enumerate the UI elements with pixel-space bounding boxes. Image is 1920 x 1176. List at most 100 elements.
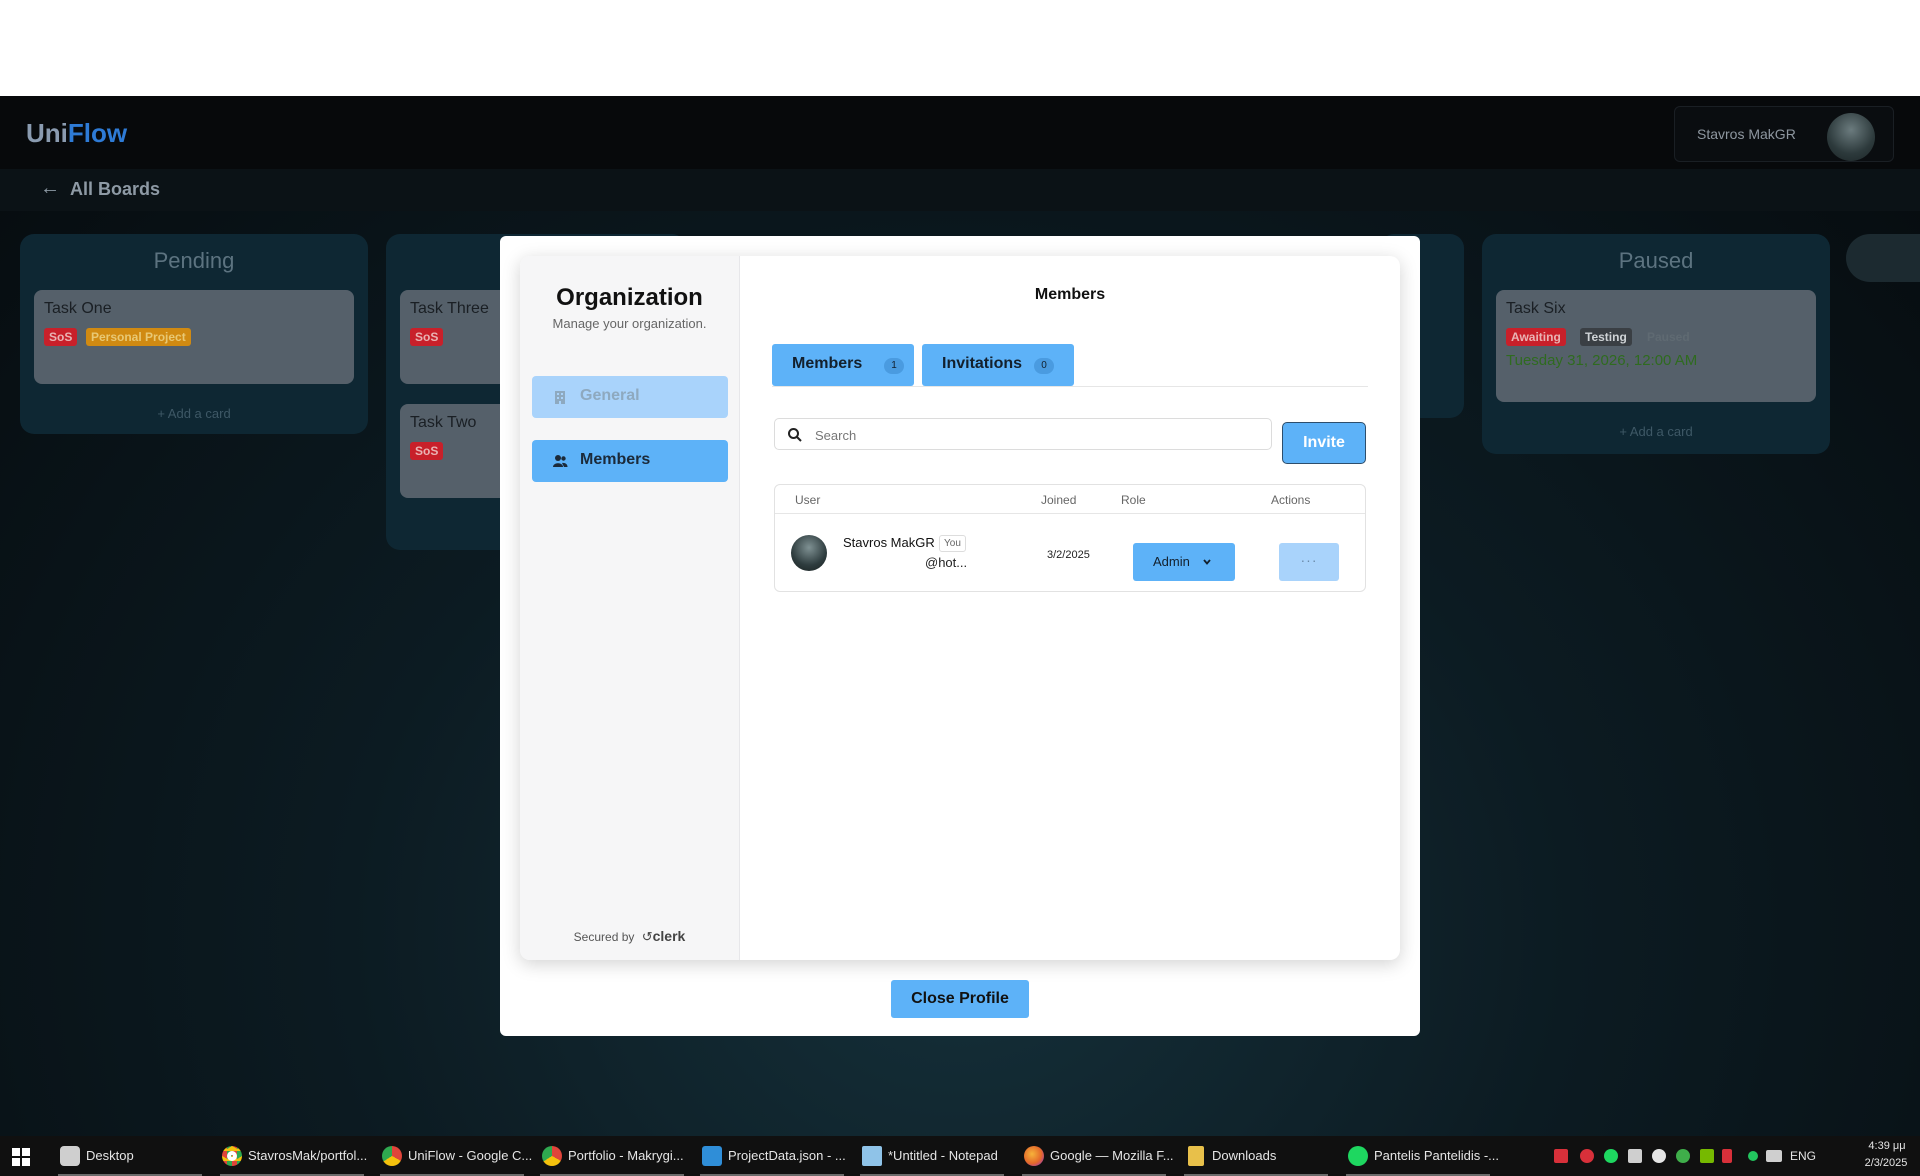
search-icon — [788, 428, 802, 442]
taskbar-item-chrome[interactable]: UniFlow - Google C... — [376, 1136, 532, 1176]
taskbar-item-spotify[interactable]: Pantelis Pantelidis -... — [1342, 1136, 1499, 1176]
spotify-tray-icon[interactable] — [1604, 1149, 1618, 1163]
column-header-joined: Joined — [1041, 493, 1077, 507]
more-actions-button[interactable]: ··· — [1279, 543, 1339, 581]
flash-icon[interactable] — [1554, 1149, 1568, 1163]
avatar — [1827, 113, 1875, 161]
board-column — [1846, 234, 1920, 282]
top-navbar: UniFlow Stavros MakGR — [0, 96, 1920, 169]
users-icon — [553, 455, 568, 467]
tab-divider — [772, 386, 1368, 387]
taskbar-item-label: *Untitled - Notepad — [888, 1148, 998, 1163]
count-badge: 0 — [1034, 358, 1054, 374]
chevron-down-icon — [1203, 559, 1211, 565]
language-indicator[interactable]: ENG — [1790, 1149, 1816, 1163]
member-email: @hot... — [925, 555, 968, 570]
chrome-icon — [542, 1146, 562, 1166]
tab-label: Members — [792, 355, 863, 372]
taskbar-item-label: StavrosMak/portfol... — [248, 1148, 368, 1163]
task-title: Task One — [44, 300, 112, 317]
page-title: Members — [1034, 286, 1106, 303]
speaker-muted-icon[interactable] — [1722, 1149, 1732, 1163]
clock-icon[interactable] — [1652, 1149, 1666, 1163]
chrome-icon — [382, 1146, 402, 1166]
logo-text-flow: Flow — [67, 118, 128, 148]
column-header-role: Role — [1121, 493, 1146, 507]
add-card-button[interactable]: + Add a card — [20, 406, 368, 421]
boards-navbar: ← All Boards — [0, 169, 1920, 211]
tag-sos: SoS — [44, 328, 78, 346]
sidebar-item-label: General — [580, 387, 640, 404]
task-card[interactable]: Task Six Awaiting Testing Paused Tuesday… — [1496, 290, 1816, 402]
column-header-actions: Actions — [1271, 493, 1311, 507]
xbox-icon[interactable] — [1676, 1149, 1690, 1163]
sidebar-item-members[interactable]: Members — [532, 440, 728, 482]
taskbar-item-label: Portfolio - Makrygi... — [568, 1148, 684, 1163]
taskbar-item-label: Desktop — [86, 1148, 134, 1163]
sidebar-item-general[interactable]: General — [532, 376, 728, 418]
add-card-button[interactable]: + Add a card — [1482, 424, 1830, 439]
task-due-date: Tuesday 31, 2026, 12:00 AM — [1506, 352, 1698, 369]
members-panel: Members Members 1 Invitations 0 Invite U… — [740, 256, 1400, 960]
avatar — [791, 535, 827, 571]
taskbar-item-firefox[interactable]: Google — Mozilla F... — [1018, 1136, 1174, 1176]
vscode-icon — [702, 1146, 722, 1166]
taskbar-item-notepad[interactable]: *Untitled - Notepad — [856, 1136, 1008, 1176]
chrome-icon — [222, 1146, 242, 1166]
taskbar-item-label: Downloads — [1212, 1148, 1277, 1163]
status-dot-icon[interactable] — [1748, 1151, 1758, 1161]
tag-sos: SoS — [410, 328, 444, 346]
secured-by-footer: Secured by ↺clerk — [520, 928, 739, 945]
secured-by-text: Secured by — [573, 930, 635, 944]
tag-paused: Paused — [1647, 330, 1690, 344]
close-profile-button[interactable]: Close Profile — [891, 980, 1029, 1018]
column-title: Pending — [153, 248, 235, 273]
firefox-icon — [1024, 1146, 1044, 1166]
column-header-user: User — [795, 493, 821, 507]
tab-members[interactable]: Members 1 — [772, 344, 914, 386]
taskbar-item-chrome[interactable]: StavrosMak/portfol... — [216, 1136, 368, 1176]
tag-sos: SoS — [410, 442, 444, 460]
all-boards-link[interactable]: All Boards — [70, 179, 160, 200]
invite-button[interactable]: Invite — [1282, 422, 1366, 464]
role-value: Admin — [1153, 554, 1190, 569]
mic-icon[interactable] — [1580, 1149, 1594, 1163]
tag-personal-project: Personal Project — [86, 328, 191, 346]
taskbar-item-vscode[interactable]: ProjectData.json - ... — [696, 1136, 848, 1176]
organization-profile-card: Organization Manage your organization. G… — [520, 256, 1400, 960]
taskbar-item-label: Pantelis Pantelidis -... — [1374, 1148, 1500, 1163]
role-select[interactable]: Admin — [1133, 543, 1235, 581]
back-arrow-icon[interactable]: ← — [40, 177, 60, 200]
desktop-icon — [60, 1146, 80, 1166]
board-column-pending: Pending Task One SoS Personal Project + … — [20, 234, 368, 434]
network-icon[interactable] — [1766, 1150, 1782, 1162]
taskbar-item-chrome[interactable]: Portfolio - Makrygi... — [536, 1136, 688, 1176]
clerk-logo-icon: ↺ — [641, 929, 653, 944]
taskbar-item-downloads[interactable]: Downloads — [1180, 1136, 1332, 1176]
taskbar-item-label: Google — Mozilla F... — [1050, 1148, 1174, 1163]
folder-icon — [1188, 1146, 1204, 1166]
user-profile-button[interactable]: Stavros MakGR — [1674, 106, 1894, 162]
task-card[interactable]: Task One SoS Personal Project — [34, 290, 354, 384]
sidebar-item-label: Members — [580, 451, 651, 468]
taskbar-item-desktop[interactable]: Desktop — [54, 1136, 206, 1176]
notepad-icon — [862, 1146, 882, 1166]
members-table: User Joined Role Actions Stavros MakGR Y… — [774, 484, 1366, 592]
organization-subtitle: Manage your organization. — [552, 316, 707, 331]
clock-date[interactable]: 2/3/2025 — [1858, 1157, 1914, 1169]
task-title: Task Three — [410, 300, 489, 317]
profile-name: Stavros MakGR — [1697, 126, 1796, 142]
taskbar-item-label: UniFlow - Google C... — [408, 1148, 533, 1163]
member-name: Stavros MakGR — [843, 535, 935, 550]
clock-time[interactable]: 4:39 μμ — [1862, 1140, 1912, 1152]
search-input[interactable] — [815, 425, 1255, 445]
organization-sidebar: Organization Manage your organization. G… — [520, 256, 740, 960]
nvidia-icon[interactable] — [1700, 1149, 1714, 1163]
clipboard-icon[interactable] — [1628, 1149, 1642, 1163]
tab-invitations[interactable]: Invitations 0 — [922, 344, 1074, 386]
app-logo[interactable]: UniFlow — [26, 118, 127, 149]
windows-start-icon[interactable] — [12, 1148, 30, 1166]
tag-testing: Testing — [1580, 328, 1632, 346]
spotify-icon — [1348, 1146, 1368, 1166]
building-icon — [555, 391, 565, 404]
